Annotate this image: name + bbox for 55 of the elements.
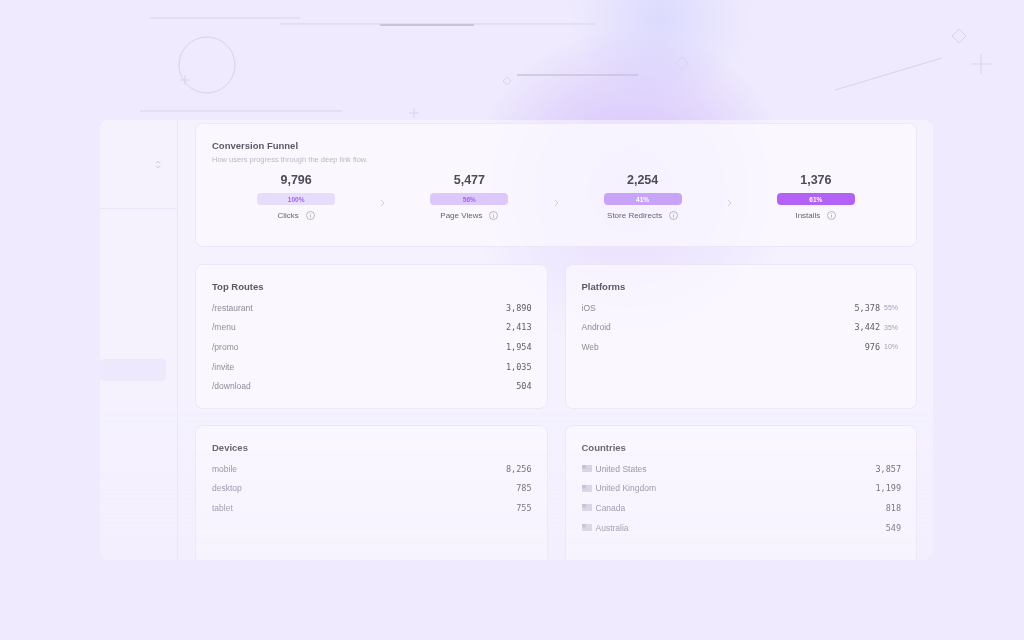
row-value: 818 (885, 503, 901, 513)
row-label: /invite (212, 361, 235, 372)
card-title: Countries (581, 442, 627, 453)
info-icon[interactable] (827, 211, 837, 220)
chevron-right-icon (380, 199, 386, 207)
chevron-up-down-icon[interactable] (155, 159, 161, 169)
row-value: 1,035 (505, 361, 532, 372)
card-title: Conversion Funnel (212, 140, 300, 151)
info-icon[interactable] (489, 211, 499, 220)
row-label: Australia (595, 522, 629, 533)
step-value: 9,796 (280, 173, 312, 187)
card-title: Top Routes (212, 281, 265, 292)
step-value: 1,376 (800, 173, 832, 187)
info-icon[interactable] (669, 211, 679, 220)
row-label: /restaurant (212, 302, 253, 313)
step-value: 2,254 (627, 173, 659, 187)
step-label: Page Views (440, 211, 483, 220)
row-value: 1,199 (875, 483, 901, 494)
step-label: Store Redirects (607, 211, 663, 220)
row-label: Web (581, 342, 599, 352)
card-title: Devices (212, 442, 249, 453)
step-label: Clicks (277, 211, 299, 220)
flag-icon (581, 504, 592, 512)
chevron-right-icon (726, 199, 732, 207)
flag-icon (581, 524, 592, 532)
card-title: Platforms (581, 281, 627, 292)
row-label: /menu (212, 322, 236, 333)
chevron-right-icon (553, 199, 559, 207)
row-label: desktop (212, 483, 242, 494)
row-value: 3,890 (505, 302, 532, 313)
row-value: 8,256 (505, 463, 532, 474)
row-value: 3,857 (875, 463, 901, 474)
info-icon[interactable] (305, 211, 315, 220)
step-label: Installs (795, 211, 821, 220)
row-value: 5,378 (854, 302, 880, 313)
row-label: /promo (212, 342, 239, 352)
row-value: 2,413 (505, 322, 532, 333)
row-value: 785 (516, 483, 532, 494)
row-label: United States (595, 463, 647, 474)
row-value: 976 (864, 342, 880, 352)
row-label: tablet (212, 503, 233, 513)
flag-icon (581, 465, 592, 473)
row-value: 755 (516, 503, 532, 513)
row-label: iOS (581, 302, 596, 313)
step-value: 5,477 (453, 173, 485, 187)
row-label: mobile (212, 463, 238, 474)
row-label: /download (212, 381, 251, 392)
row-value: 3,442 (854, 322, 880, 333)
row-label: United Kingdom (595, 483, 656, 494)
row-value: 504 (516, 381, 532, 392)
row-label: Android (581, 322, 611, 333)
row-value: 549 (885, 522, 901, 533)
row-label: Canada (595, 503, 626, 513)
flag-icon (581, 484, 592, 492)
row-value: 1,954 (505, 342, 532, 352)
